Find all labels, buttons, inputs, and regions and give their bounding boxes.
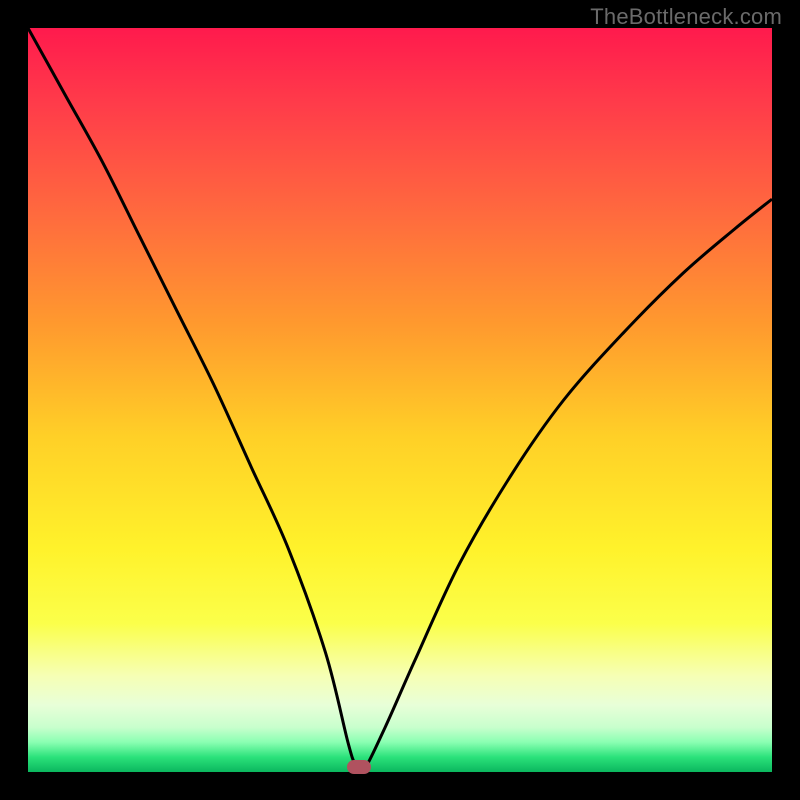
curve-path: [28, 28, 772, 772]
plot-area: [28, 28, 772, 772]
watermark-text: TheBottleneck.com: [590, 4, 782, 30]
optimum-marker: [347, 760, 371, 774]
bottleneck-curve: [28, 28, 772, 772]
chart-frame: TheBottleneck.com: [0, 0, 800, 800]
